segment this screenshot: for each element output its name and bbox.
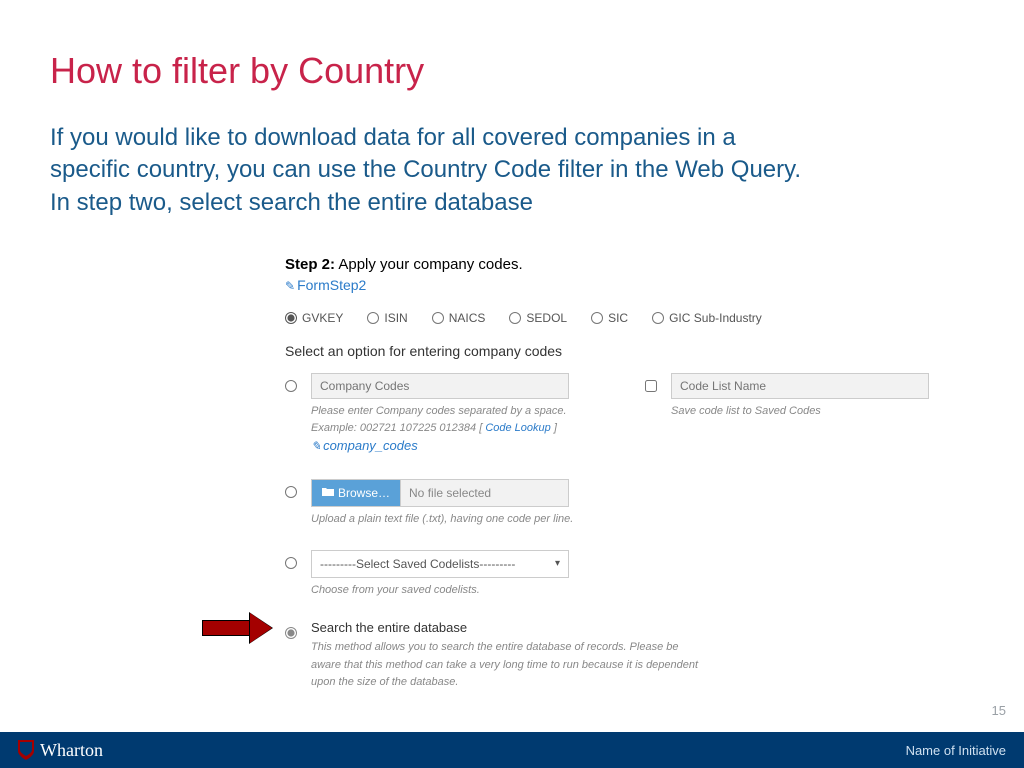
file-name-label: No file selected [401,480,568,506]
callout-arrow-icon [202,614,272,642]
search-entire-db-label: Search the entire database [311,620,965,635]
option-code-list-name: Save code list to Saved Codes [645,373,945,420]
entry-option-heading: Select an option for entering company co… [285,343,965,359]
slide-title: How to filter by Country [50,50,424,92]
chevron-down-icon: ▾ [555,558,560,569]
slide: How to filter by Country If you would li… [0,0,1024,768]
step-label: Step 2: [285,256,335,273]
checkbox-save-codelist[interactable] [645,380,657,392]
radio-upload-file[interactable] [285,486,297,498]
company-codes-helper: Please enter Company codes separated by … [311,403,585,436]
saved-codelists-helper: Choose from your saved codelists. [311,582,965,599]
radio-isin[interactable]: ISIN [367,311,407,325]
pencil-icon: ✎ [285,279,295,293]
code-type-radio-group: GVKEY ISIN NAICS SEDOL SIC GIC Sub-Indus… [285,311,965,325]
step-text: Apply your company codes. [338,256,522,273]
file-picker[interactable]: Browse… No file selected [311,479,569,507]
browse-button[interactable]: Browse… [312,480,401,506]
option-saved-codelists: ---------Select Saved Codelists---------… [285,550,965,599]
slide-subtitle: If you would like to download data for a… [50,122,810,219]
slide-footer: Wharton Name of Initiative [0,732,1024,768]
footer-initiative: Name of Initiative [906,743,1006,758]
shield-icon [18,740,34,760]
option-search-entire-db: Search the entire database This method a… [285,620,965,692]
code-list-helper: Save code list to Saved Codes [671,403,945,420]
radio-saved-codelists[interactable] [285,557,297,569]
option-browse: Browse… No file selected Upload a plain … [285,479,965,528]
radio-gic-subindustry[interactable]: GIC Sub-Industry [652,311,762,325]
folder-icon [322,486,334,500]
radio-naics[interactable]: NAICS [432,311,486,325]
page-number: 15 [992,703,1006,718]
radio-sedol[interactable]: SEDOL [509,311,567,325]
search-entire-db-helper: This method allows you to search the ent… [311,639,711,692]
formstep2-link[interactable]: ✎FormStep2 [285,277,965,293]
code-list-name-input[interactable] [671,373,929,399]
company-codes-edit-link[interactable]: ✎company_codes [311,438,585,453]
wharton-logo: Wharton [18,740,103,761]
form-screenshot: Step 2: Apply your company codes. ✎FormS… [285,256,965,692]
upload-helper: Upload a plain text file (.txt), having … [311,511,965,528]
pencil-icon: ✎ [311,439,321,453]
step-heading: Step 2: Apply your company codes. [285,256,965,273]
radio-search-entire-db[interactable] [285,627,297,639]
radio-gvkey[interactable]: GVKEY [285,311,343,325]
code-lookup-link[interactable]: Code Lookup [485,422,550,434]
company-codes-input[interactable] [311,373,569,399]
option-company-codes: Please enter Company codes separated by … [285,373,585,453]
radio-company-codes[interactable] [285,380,297,392]
radio-sic[interactable]: SIC [591,311,628,325]
saved-codelists-select[interactable]: ---------Select Saved Codelists---------… [311,550,569,578]
